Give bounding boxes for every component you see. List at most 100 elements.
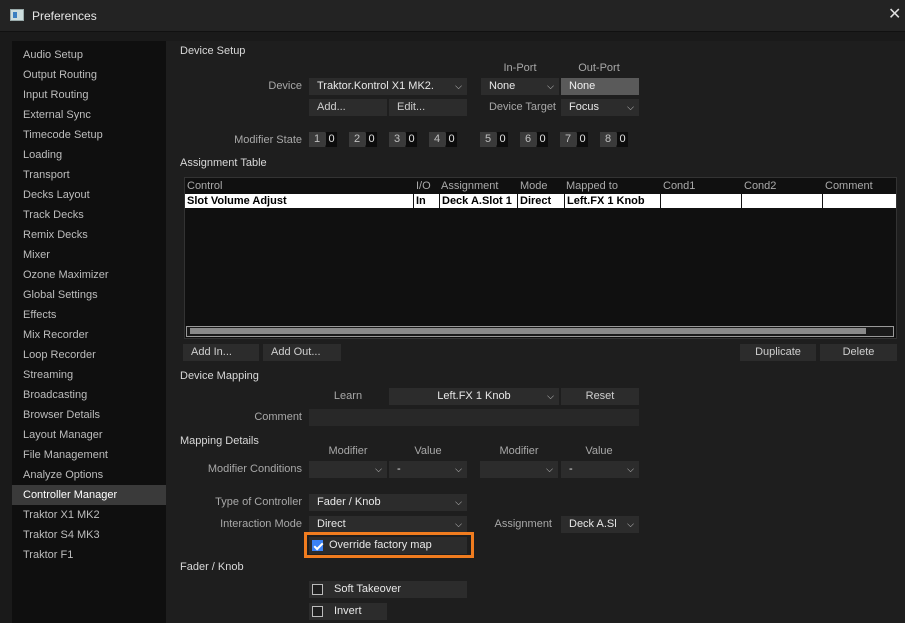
sidebar-item[interactable]: Controller Manager — [12, 485, 166, 505]
modifier-state-6[interactable]: 60 — [520, 132, 548, 147]
sidebar-item[interactable]: Ozone Maximizer — [12, 265, 166, 285]
in-port-label: In-Port — [503, 62, 537, 74]
soft-takeover-checkbox[interactable] — [312, 584, 323, 595]
sidebar-item[interactable]: Mix Recorder — [12, 325, 166, 345]
sidebar-item[interactable]: Broadcasting — [12, 385, 166, 405]
add-out-button[interactable]: Add Out... — [263, 344, 341, 361]
interaction-mode-label: Interaction Mode — [220, 518, 302, 530]
sidebar-item[interactable]: Track Decks — [12, 205, 166, 225]
assignment-label: Assignment — [494, 518, 552, 530]
device-target-value: Focus — [569, 101, 599, 113]
sidebar-item[interactable]: Timecode Setup — [12, 125, 166, 145]
out-port-select[interactable]: None — [561, 78, 639, 95]
sidebar-item[interactable]: Browser Details — [12, 405, 166, 425]
sidebar-item[interactable]: Layout Manager — [12, 425, 166, 445]
sidebar-item[interactable]: Effects — [12, 305, 166, 325]
modifier-conditions-label: Modifier Conditions — [207, 463, 302, 475]
in-port-select[interactable]: None ⌵ — [481, 78, 559, 95]
sidebar-item[interactable]: Traktor S4 MK3 — [12, 525, 166, 545]
learn-select[interactable]: Left.FX 1 Knob ⌵ — [389, 388, 559, 405]
column-header[interactable]: Cond2 — [744, 179, 776, 193]
sidebar-item[interactable]: Decks Layout — [12, 185, 166, 205]
sidebar-item[interactable]: Traktor X1 MK2 — [12, 505, 166, 525]
learn-button[interactable]: Learn — [309, 390, 387, 402]
modifier-state-7[interactable]: 70 — [560, 132, 588, 147]
chevron-down-icon: ⌵ — [375, 464, 382, 474]
invert-label: Invert — [334, 605, 362, 617]
device-target-select[interactable]: Focus ⌵ — [561, 99, 639, 116]
modifier-state-1[interactable]: 10 — [309, 132, 337, 147]
add-device-button[interactable]: Add... — [309, 99, 387, 116]
sidebar: Audio Setup Output Routing Input Routing Ex… — [12, 41, 166, 623]
modifier-header: Modifier — [328, 445, 368, 457]
cond1-modifier-select[interactable]: ⌵ — [309, 461, 387, 478]
scrollbar-thumb[interactable] — [190, 328, 866, 334]
window-title: Preferences — [32, 9, 97, 23]
device-mapping-heading: Device Mapping — [180, 370, 259, 382]
sidebar-item[interactable]: Traktor F1 — [12, 545, 166, 565]
cond2-modifier-select[interactable]: ⌵ — [480, 461, 558, 478]
chevron-down-icon: ⌵ — [455, 81, 462, 91]
cell-cond2 — [742, 194, 822, 208]
invert-row[interactable]: Invert — [309, 603, 387, 620]
comment-label: Comment — [254, 411, 302, 423]
sidebar-item[interactable]: Remix Decks — [12, 225, 166, 245]
invert-checkbox[interactable] — [312, 606, 323, 617]
modifier-value: 0 — [326, 132, 337, 147]
modifier-state-8[interactable]: 80 — [600, 132, 628, 147]
sidebar-item[interactable]: Analyze Options — [12, 465, 166, 485]
title-bar — [0, 0, 905, 32]
modifier-number: 3 — [389, 132, 410, 147]
cond2-value-select[interactable]: - ⌵ — [561, 461, 639, 478]
sidebar-item[interactable]: Loading — [12, 145, 166, 165]
sidebar-item[interactable]: Loop Recorder — [12, 345, 166, 365]
column-header[interactable]: Cond1 — [663, 179, 695, 193]
device-select[interactable]: Traktor.Kontrol X1 MK2. ⌵ — [309, 78, 467, 95]
modifier-value: 0 — [617, 132, 628, 147]
sidebar-item[interactable]: File Management — [12, 445, 166, 465]
column-header[interactable]: Comment — [825, 179, 873, 193]
sidebar-item[interactable]: Streaming — [12, 365, 166, 385]
soft-takeover-row[interactable]: Soft Takeover — [309, 581, 467, 598]
close-icon[interactable]: ✕ — [888, 6, 901, 24]
assignment-value: Deck A.Sl — [569, 518, 617, 530]
modifier-state-2[interactable]: 20 — [349, 132, 377, 147]
sidebar-item[interactable]: Input Routing — [12, 85, 166, 105]
device-label: Device — [268, 80, 302, 92]
column-header[interactable]: Mode — [520, 179, 548, 193]
duplicate-button[interactable]: Duplicate — [740, 344, 816, 361]
sidebar-item[interactable]: Transport — [12, 165, 166, 185]
add-in-button[interactable]: Add In... — [183, 344, 259, 361]
highlight-box — [304, 532, 474, 558]
sidebar-item[interactable]: Output Routing — [12, 65, 166, 85]
interaction-mode-select[interactable]: Direct ⌵ — [309, 516, 467, 533]
type-of-controller-select[interactable]: Fader / Knob ⌵ — [309, 494, 467, 511]
sidebar-item[interactable]: Audio Setup — [12, 45, 166, 65]
assignment-table-heading: Assignment Table — [180, 157, 267, 169]
modifier-number: 8 — [600, 132, 621, 147]
reset-button[interactable]: Reset — [561, 388, 639, 405]
sidebar-item[interactable]: External Sync — [12, 105, 166, 125]
modifier-value: 0 — [446, 132, 457, 147]
comment-input[interactable] — [309, 409, 639, 426]
edit-device-button[interactable]: Edit... — [389, 99, 467, 116]
modifier-value: 0 — [577, 132, 588, 147]
column-header[interactable]: I/O — [416, 179, 431, 193]
modifier-state-3[interactable]: 30 — [389, 132, 417, 147]
modifier-value: 0 — [497, 132, 508, 147]
modifier-state-5[interactable]: 50 — [480, 132, 508, 147]
cond1-value-select[interactable]: - ⌵ — [389, 461, 467, 478]
column-header[interactable]: Mapped to — [566, 179, 618, 193]
chevron-down-icon: ⌵ — [455, 497, 462, 507]
sidebar-item[interactable]: Mixer — [12, 245, 166, 265]
sidebar-item[interactable]: Global Settings — [12, 285, 166, 305]
column-header[interactable]: Control — [187, 179, 222, 193]
chevron-down-icon: ⌵ — [547, 391, 554, 401]
assignment-select[interactable]: Deck A.Sl ⌵ — [561, 516, 639, 533]
cell-comment — [823, 194, 896, 208]
modifier-state-4[interactable]: 40 — [429, 132, 457, 147]
column-header[interactable]: Assignment — [441, 179, 498, 193]
delete-button[interactable]: Delete — [820, 344, 897, 361]
modifier-value: 0 — [406, 132, 417, 147]
value-header: Value — [585, 445, 613, 457]
